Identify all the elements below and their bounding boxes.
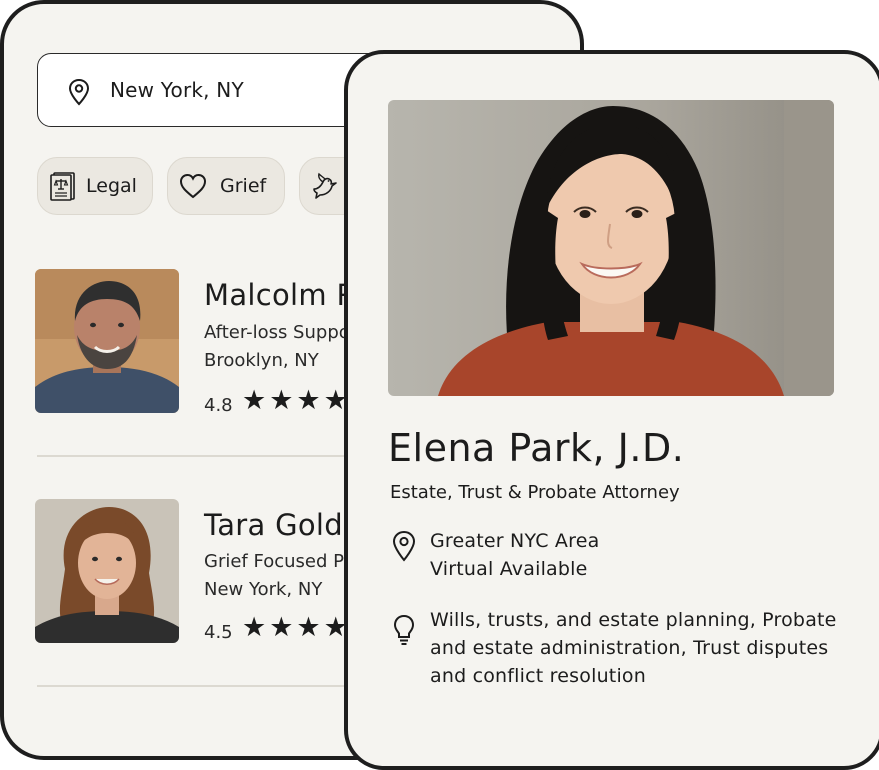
- profile-name: Elena Park, J.D.: [388, 426, 685, 470]
- profile-specialties: and conflict resolution: [430, 665, 647, 687]
- profile-specialties: Wills, trusts, and estate planning, Prob…: [430, 609, 837, 631]
- filter-chip-label: Grief: [220, 175, 267, 197]
- provider-specialty: Grief Focused Ps: [204, 551, 354, 572]
- provider-name[interactable]: Malcolm R: [204, 278, 357, 312]
- profile-availability: Virtual Available: [430, 558, 588, 580]
- profile-title: Estate, Trust & Probate Attorney: [390, 482, 680, 503]
- filter-chip-legal[interactable]: Legal: [37, 157, 153, 215]
- profile-specialties: and estate administration, Trust dispute…: [430, 637, 829, 659]
- heart-icon: [179, 173, 207, 199]
- lightbulb-icon: [393, 614, 415, 645]
- provider-avatar[interactable]: [35, 269, 179, 413]
- map-pin-icon: [68, 78, 90, 106]
- filter-chip-label: Legal: [86, 175, 137, 197]
- provider-location: Brooklyn, NY: [204, 350, 319, 371]
- provider-avatar[interactable]: [35, 499, 179, 643]
- rating-stars: ★★★★: [242, 612, 351, 643]
- provider-name[interactable]: Tara Goldb: [204, 508, 362, 542]
- provider-location: New York, NY: [204, 579, 323, 600]
- legal-document-icon: [50, 172, 75, 201]
- rating-value: 4.8: [204, 395, 233, 416]
- profile-photo: [388, 100, 834, 396]
- rating-stars: ★★★★: [242, 385, 351, 416]
- provider-specialty: After-loss Suppor: [204, 322, 358, 343]
- rating-value: 4.5: [204, 622, 233, 643]
- filter-chip-grief[interactable]: Grief: [167, 157, 285, 215]
- profile-location: Greater NYC Area: [430, 530, 600, 552]
- map-pin-icon: [392, 530, 416, 562]
- dove-icon: [313, 172, 337, 199]
- profile-card[interactable]: Elena Park, J.D. Estate, Trust & Probate…: [344, 50, 879, 770]
- location-search-value: New York, NY: [110, 78, 244, 102]
